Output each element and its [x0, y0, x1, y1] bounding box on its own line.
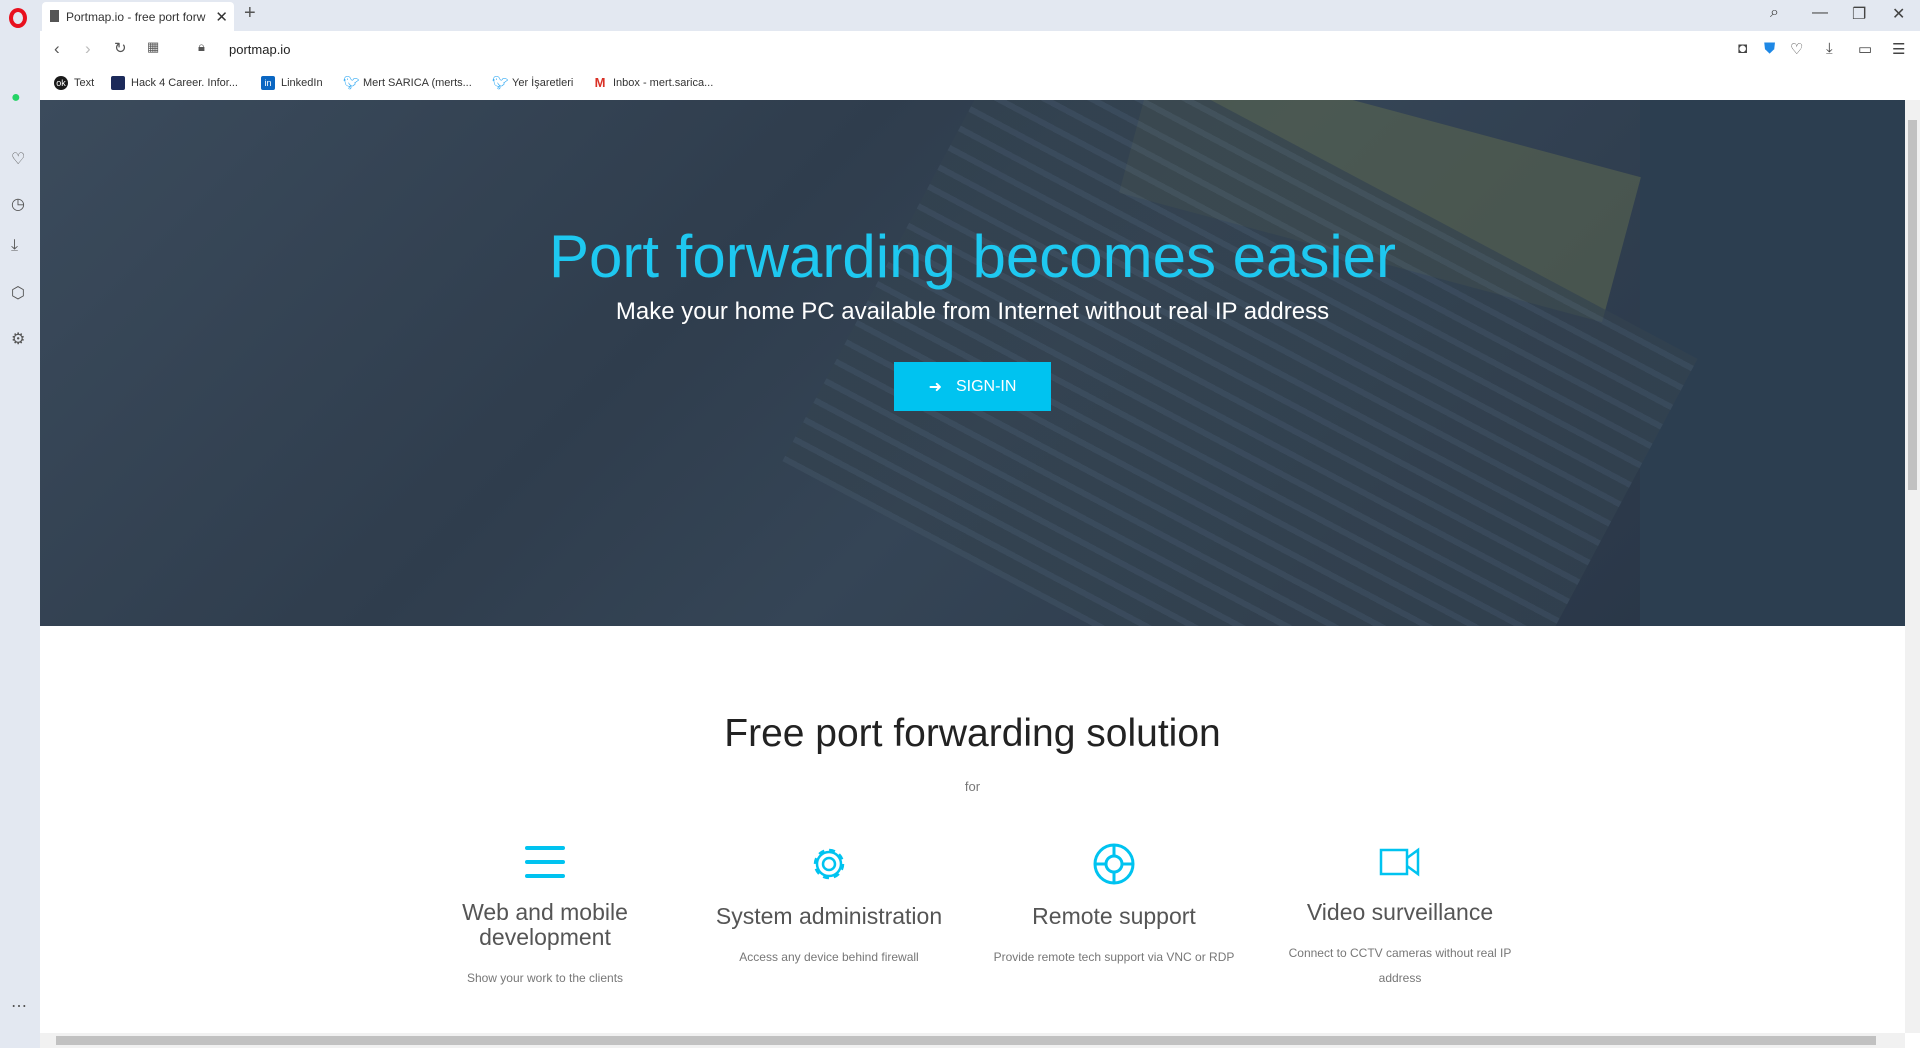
- bookmark-item[interactable]: M Inbox - mert.sarica...: [593, 75, 714, 90]
- bookmark-item[interactable]: ok Text: [54, 76, 94, 90]
- settings-gear-icon[interactable]: ⚙: [11, 329, 25, 349]
- address-bar: ‹ › ↻ ▦ 🔒︎ portmap.io ◘ ⛊ ♡ ⤓ ▭ ☰: [40, 31, 1920, 68]
- hero-section: Port forwarding becomes easier Make your…: [40, 100, 1905, 626]
- bookmark-item[interactable]: Hack 4 Career. Infor...: [111, 76, 238, 90]
- sign-in-icon: ➜: [928, 378, 942, 396]
- lifebuoy-icon: [1093, 843, 1135, 885]
- close-window-button[interactable]: ✕: [1892, 4, 1905, 24]
- camera-icon[interactable]: ◘: [1738, 40, 1747, 57]
- video-camera-icon: [1379, 847, 1420, 877]
- history-icon[interactable]: ◷: [11, 194, 25, 214]
- feature-desc: Show your work to the clients: [466, 971, 624, 985]
- tabs-grid-icon[interactable]: ▦: [147, 39, 159, 55]
- new-tab-button[interactable]: +: [244, 2, 256, 25]
- bookmark-item[interactable]: in LinkedIn: [261, 76, 323, 90]
- bookmark-label: LinkedIn: [281, 77, 323, 89]
- forward-icon[interactable]: ›: [85, 39, 91, 59]
- sign-in-button[interactable]: ➜ SIGN-IN: [894, 362, 1051, 411]
- bookmark-label: Inbox - mert.sarica...: [613, 77, 714, 89]
- minimize-button[interactable]: —: [1812, 4, 1828, 22]
- feature-title: Remote support: [1032, 903, 1196, 929]
- feature-title: System administration: [715, 903, 943, 929]
- extensions-cube-icon[interactable]: ⬡: [11, 283, 25, 303]
- reload-icon[interactable]: ↻: [114, 39, 127, 57]
- bookmark-label: Yer İşaretleri: [512, 77, 574, 89]
- gmail-icon: M: [594, 75, 606, 90]
- url-input[interactable]: portmap.io: [229, 42, 290, 57]
- heart-icon[interactable]: ♡: [1790, 40, 1803, 58]
- bookmark-item[interactable]: 🐦︎ Mert SARICA (merts...: [343, 76, 472, 90]
- bookmark-label: Mert SARICA (merts...: [363, 77, 472, 89]
- opera-logo-icon[interactable]: [9, 8, 27, 28]
- download-icon[interactable]: ⤓: [11, 237, 18, 255]
- scrollbar-thumb[interactable]: [56, 1036, 1876, 1045]
- lock-icon: 🔒︎: [198, 39, 205, 54]
- feature-title: Web and mobile development: [462, 899, 628, 950]
- tab-bar: Portmap.io - free port forw ✕ + ⌕ — ❐ ✕: [0, 0, 1920, 31]
- hack4career-icon: [111, 76, 125, 90]
- heart-icon[interactable]: ♡: [11, 149, 25, 169]
- menu-icon: [525, 846, 565, 878]
- tab-portmap[interactable]: Portmap.io - free port forw ✕: [42, 2, 234, 31]
- document-icon: [50, 10, 59, 22]
- feature-remote-support: Remote support Provide remote tech suppo…: [984, 842, 1244, 970]
- search-tabs-icon[interactable]: ⌕: [1770, 4, 1779, 22]
- more-icon[interactable]: ⋯: [11, 996, 27, 1016]
- tab-title: Portmap.io - free port forw: [66, 10, 206, 24]
- bookmark-label: Text: [74, 77, 95, 89]
- scrollbar-thumb[interactable]: [1908, 120, 1917, 490]
- vpn-shield-icon[interactable]: ⛊: [1764, 40, 1775, 57]
- bookmarks-bar: ok Text Hack 4 Career. Infor... in LinkedI…: [40, 68, 1920, 100]
- hero-background-image: [40, 100, 1698, 626]
- back-icon[interactable]: ‹: [54, 39, 60, 59]
- bookmark-label: Hack 4 Career. Infor...: [131, 77, 238, 89]
- feature-desc: Access any device behind firewall: [739, 950, 919, 964]
- gear-icon: [813, 848, 845, 880]
- feature-desc: Connect to CCTV cameras without real IP …: [1288, 946, 1512, 985]
- battery-icon[interactable]: ▭: [1858, 40, 1872, 58]
- sign-in-label: SIGN-IN: [955, 377, 1017, 395]
- section-subtitle: for: [964, 779, 981, 794]
- download-icon[interactable]: ⤓: [1826, 40, 1833, 57]
- easy-setup-icon[interactable]: ☰: [1892, 40, 1905, 58]
- twitter-icon: 🐦︎: [492, 75, 509, 90]
- feature-title: Video surveillance: [1306, 899, 1494, 925]
- twitter-icon: 🐦︎: [343, 75, 360, 90]
- whatsapp-icon[interactable]: ●: [11, 89, 21, 107]
- hero-title: Port forwarding becomes easier: [548, 223, 1397, 290]
- close-tab-icon[interactable]: ✕: [215, 8, 228, 26]
- feature-web-mobile: Web and mobile development Show your wor…: [415, 842, 675, 991]
- opera-sidebar: ● ♡ ◷ ⤓ ⬡ ⚙ ⋯: [0, 31, 40, 1048]
- feature-desc: Provide remote tech support via VNC or R…: [993, 950, 1235, 964]
- ok-icon: ok: [54, 76, 68, 90]
- vertical-scrollbar[interactable]: [1905, 100, 1920, 1033]
- bookmark-item[interactable]: 🐦︎ Yer İşaretleri: [492, 76, 573, 90]
- section-title: Free port forwarding solution: [724, 712, 1221, 755]
- hero-subtitle: Make your home PC available from Interne…: [615, 298, 1330, 325]
- feature-video-surveillance: Video surveillance Connect to CCTV camer…: [1270, 842, 1530, 991]
- restore-button[interactable]: ❐: [1852, 4, 1866, 24]
- horizontal-scrollbar[interactable]: [40, 1033, 1905, 1048]
- feature-system-administration: System administration Access any device …: [699, 842, 959, 970]
- linkedin-icon: in: [261, 76, 275, 90]
